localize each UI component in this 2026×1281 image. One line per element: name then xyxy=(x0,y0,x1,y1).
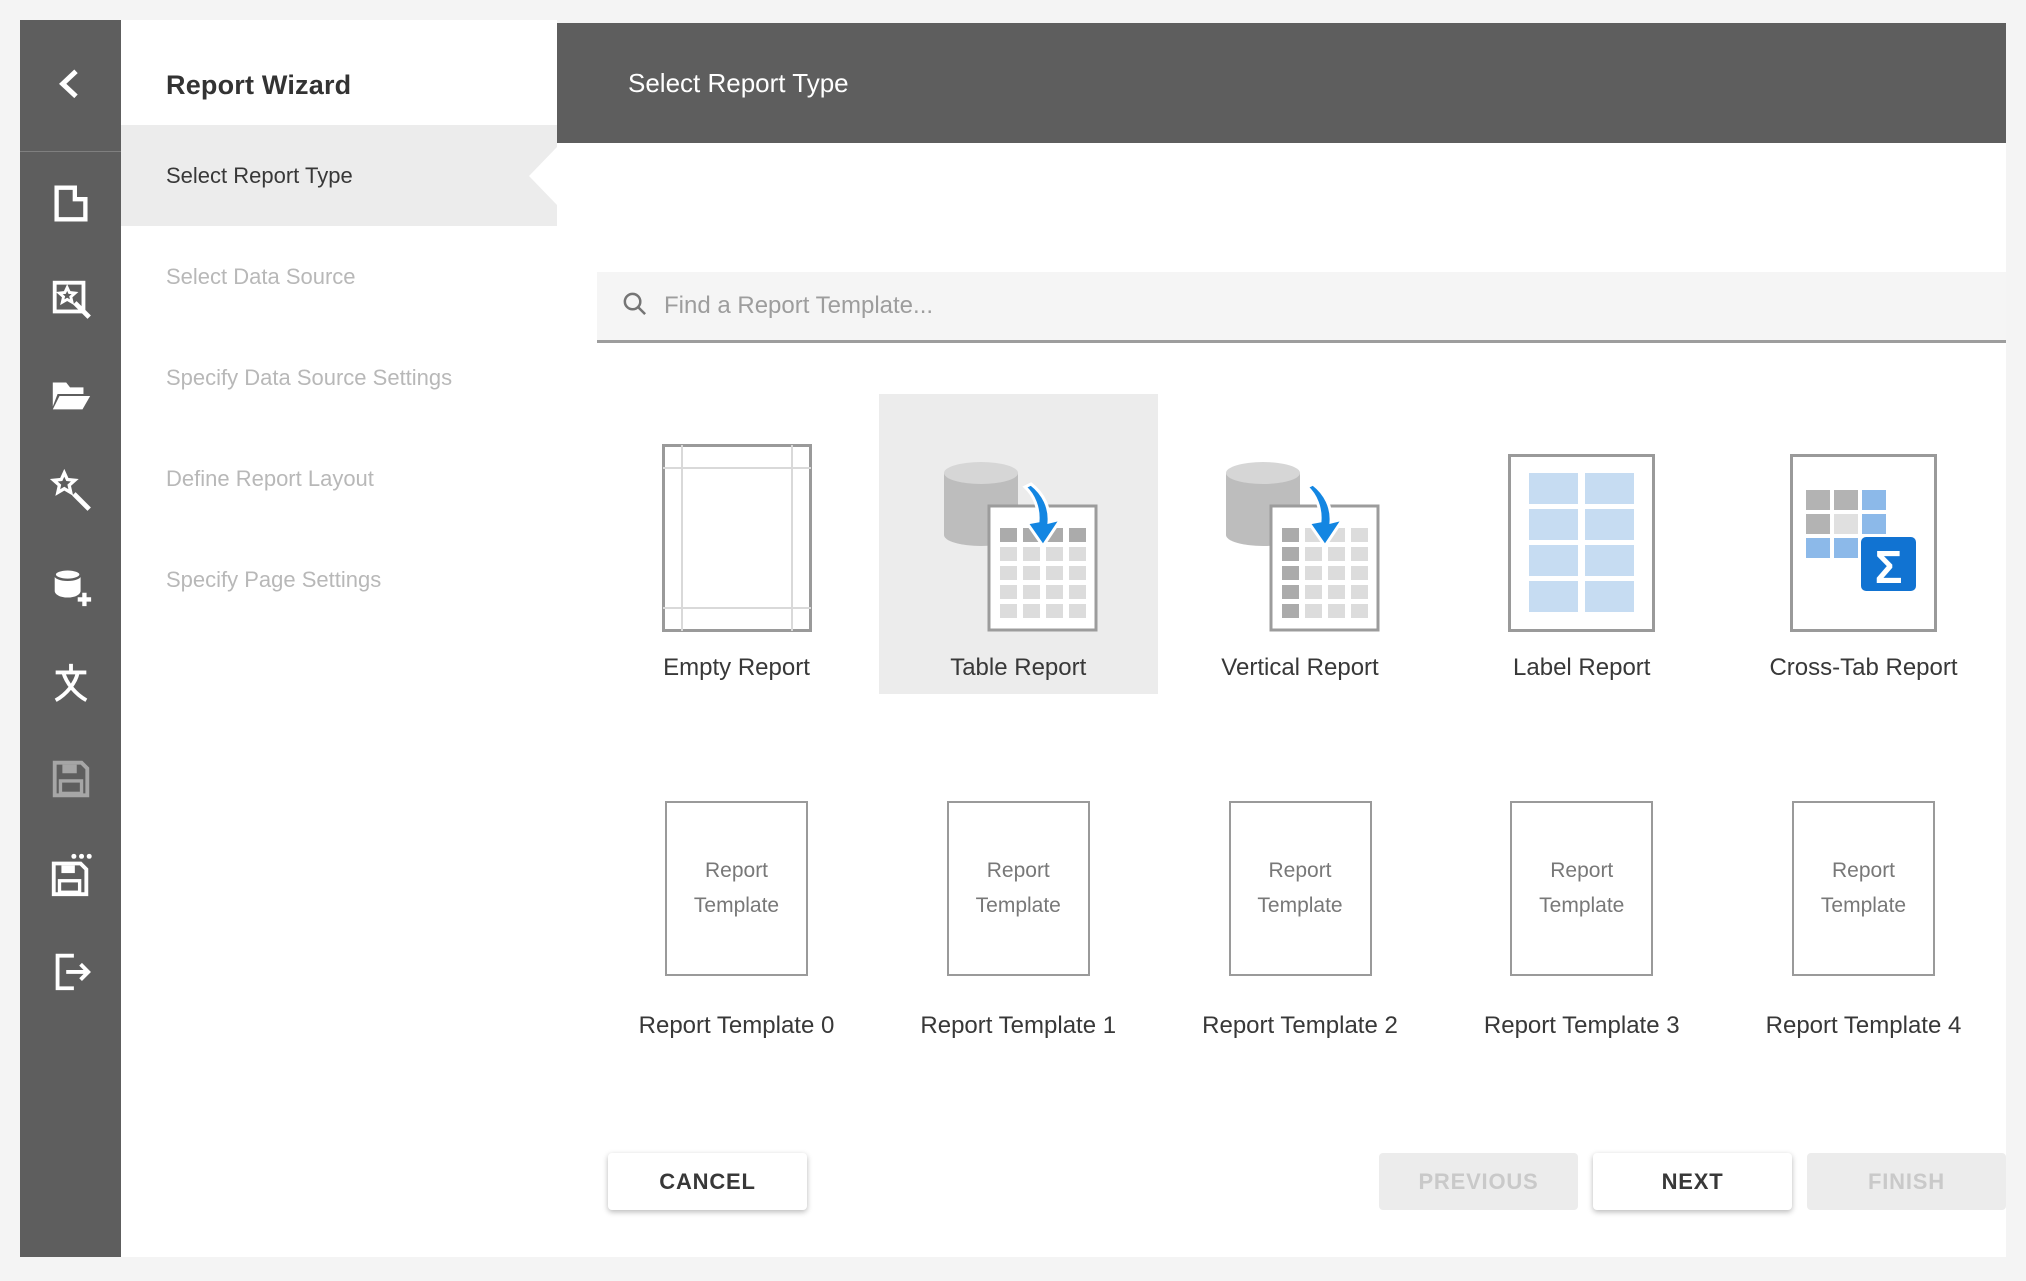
wizard-steps-list: Select Report Type Select Data Source Sp… xyxy=(121,125,557,630)
report-template-label: Report Template 0 xyxy=(639,1012,835,1040)
add-data-source-icon xyxy=(48,564,94,615)
cross-tab-report-icon: Σ xyxy=(1724,394,2003,632)
main-content: Empty Report xyxy=(557,143,2006,1257)
finish-button[interactable]: FINISH xyxy=(1807,1153,2006,1210)
report-type-label: Empty Report xyxy=(663,654,810,682)
report-type-label: Label Report xyxy=(1513,654,1650,682)
report-template-3[interactable]: Report Template Report Template 3 xyxy=(1442,770,1721,1062)
save-icon xyxy=(48,756,94,807)
toolbar-icons xyxy=(20,152,121,996)
empty-report-icon xyxy=(597,394,876,632)
report-template-thumbnail: Report Template xyxy=(1510,801,1653,976)
thumbnail-text: Report Template xyxy=(949,854,1088,923)
report-template-thumbnail: Report Template xyxy=(1229,801,1372,976)
next-button[interactable]: NEXT xyxy=(1593,1153,1792,1210)
step-define-report-layout: Define Report Layout xyxy=(121,428,557,529)
report-type-empty[interactable]: Empty Report xyxy=(597,394,876,694)
design-wand-button[interactable] xyxy=(47,470,95,516)
step-select-data-source: Select Data Source xyxy=(121,226,557,327)
report-template-thumbnail: Report Template xyxy=(947,801,1090,976)
report-template-thumbnail: Report Template xyxy=(1792,801,1935,976)
add-data-source-button[interactable] xyxy=(47,566,95,612)
report-type-label-report[interactable]: Label Report xyxy=(1442,394,1721,694)
search-input[interactable] xyxy=(664,292,2006,320)
left-toolbar xyxy=(20,20,121,1257)
report-type-label: Vertical Report xyxy=(1221,654,1378,682)
report-template-label: Report Template 1 xyxy=(920,1012,1116,1040)
report-template-label: Report Template 3 xyxy=(1484,1012,1680,1040)
save-button[interactable] xyxy=(47,758,95,804)
search-box xyxy=(597,272,2006,343)
nav-buttons: PREVIOUS NEXT FINISH xyxy=(1379,1153,2006,1210)
localization-button[interactable] xyxy=(47,662,95,708)
thumbnail-text: Report Template xyxy=(1512,854,1651,923)
save-as-icon xyxy=(48,852,94,903)
report-template-label: Report Template 4 xyxy=(1766,1012,1962,1040)
wizard-buttons: CANCEL PREVIOUS NEXT FINISH xyxy=(597,1153,2006,1210)
save-as-button[interactable] xyxy=(47,854,95,900)
step-select-report-type[interactable]: Select Report Type xyxy=(121,125,557,226)
report-wizard-icon xyxy=(48,276,94,327)
step-specify-page-settings: Specify Page Settings xyxy=(121,529,557,630)
open-report-button[interactable] xyxy=(47,374,95,420)
thumbnail-text: Report Template xyxy=(1794,854,1933,923)
report-template-list: Report Template Report Template 0 Report… xyxy=(597,770,2003,1062)
report-wizard-button[interactable] xyxy=(47,278,95,324)
report-template-4[interactable]: Report Template Report Template 4 xyxy=(1724,770,2003,1062)
report-type-cross-tab[interactable]: Σ Cross-Tab Report xyxy=(1724,394,2003,694)
localization-icon xyxy=(48,660,94,711)
search-icon xyxy=(621,290,648,322)
table-report-icon xyxy=(879,394,1158,632)
page-header: Select Report Type xyxy=(557,23,2006,143)
report-type-table[interactable]: Table Report xyxy=(879,394,1158,694)
page-title: Select Report Type xyxy=(628,68,849,99)
new-report-button[interactable] xyxy=(47,182,95,228)
report-type-label: Table Report xyxy=(950,654,1086,682)
report-template-label: Report Template 2 xyxy=(1202,1012,1398,1040)
new-report-icon xyxy=(48,180,94,231)
thumbnail-text: Report Template xyxy=(667,854,806,923)
step-specify-data-source-settings: Specify Data Source Settings xyxy=(121,327,557,428)
report-template-2[interactable]: Report Template Report Template 2 xyxy=(1161,770,1440,1062)
design-wand-icon xyxy=(48,468,94,519)
back-button[interactable] xyxy=(20,20,121,151)
report-type-label: Cross-Tab Report xyxy=(1769,654,1957,682)
svg-text:Σ: Σ xyxy=(1875,541,1903,593)
previous-button[interactable]: PREVIOUS xyxy=(1379,1153,1578,1210)
vertical-report-icon xyxy=(1161,394,1440,632)
back-icon xyxy=(51,63,91,108)
report-template-0[interactable]: Report Template Report Template 0 xyxy=(597,770,876,1062)
wizard-title: Report Wizard xyxy=(121,20,557,101)
exit-button[interactable] xyxy=(47,950,95,996)
report-template-thumbnail: Report Template xyxy=(665,801,808,976)
report-type-vertical[interactable]: Vertical Report xyxy=(1161,394,1440,694)
wizard-steps-panel: Report Wizard Select Report Type Select … xyxy=(121,20,557,1257)
cancel-button[interactable]: CANCEL xyxy=(608,1153,807,1210)
thumbnail-text: Report Template xyxy=(1231,854,1370,923)
open-report-icon xyxy=(48,372,94,423)
report-type-list: Empty Report xyxy=(597,394,2003,694)
label-report-icon xyxy=(1442,394,1721,632)
exit-icon xyxy=(48,948,94,999)
report-template-1[interactable]: Report Template Report Template 1 xyxy=(879,770,1158,1062)
